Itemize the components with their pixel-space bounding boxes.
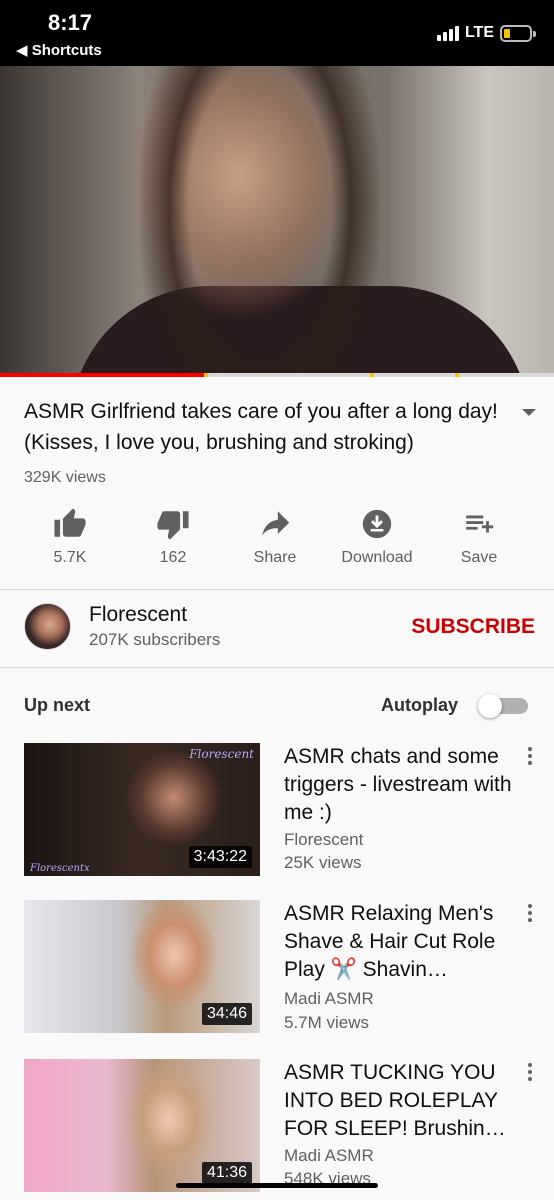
video-channel: Madi ASMR [284,1146,374,1165]
toggle-knob [478,694,502,718]
status-time: 8:17 [48,10,93,35]
more-options-icon[interactable] [524,747,536,771]
like-button[interactable]: 5.7K [18,505,122,567]
thumbnail-watermark: Florescent [189,747,254,761]
video-thumbnail[interactable]: Florescent Florescentx 3:43:22 [24,743,260,876]
share-button[interactable]: Share [223,505,327,567]
up-next-video-1[interactable]: Florescent Florescentx 3:43:22 ASMR chat… [0,743,554,879]
up-next-heading: Up next [24,695,91,715]
channel-subscriber-count: 207K subscribers [89,630,221,649]
video-views: 329K views [24,469,106,486]
chevron-down-icon[interactable] [521,408,537,418]
video-title[interactable]: ASMR Relaxing Men's Shave & Hair Cut Rol… [284,900,516,984]
autoplay-toggle[interactable] [476,694,530,718]
dislike-count: 162 [159,549,187,566]
more-options-icon[interactable] [524,904,536,928]
video-duration: 3:43:22 [188,846,252,868]
home-indicator[interactable] [176,1183,378,1188]
dislike-button[interactable]: 162 [121,505,225,567]
chapter-marker [370,373,374,377]
up-next-video-3[interactable]: 41:36 ASMR TUCKING YOU INTO BED ROLEPLAY… [0,1059,554,1195]
thumbnail-watermark: Florescentx [30,863,90,874]
chapter-marker [204,373,208,377]
up-next-video-2[interactable]: 34:46 ASMR Relaxing Men's Shave & Hair C… [0,900,554,1036]
network-type: LTE [464,24,494,41]
share-icon [262,511,290,536]
save-label: Save [460,549,498,566]
playlist-add-icon [466,515,494,533]
progress-played [0,373,205,377]
status-bar: 8:17 ◀ Shortcuts LTE [0,0,554,66]
like-count: 5.7K [53,549,87,566]
video-player[interactable] [0,66,554,376]
channel-name[interactable]: Florescent [89,603,187,627]
video-title[interactable]: ASMR chats and some triggers - livestrea… [284,743,516,827]
battery-icon [500,24,536,42]
download-button[interactable]: Download [325,505,429,567]
video-title[interactable]: ASMR Girlfriend takes care of you after … [24,396,504,458]
video-views: 25K views [284,853,362,872]
save-button[interactable]: Save [427,505,531,567]
video-title[interactable]: ASMR TUCKING YOU INTO BED ROLEPLAY FOR S… [284,1059,516,1143]
thumbs-up-icon [54,508,86,537]
video-channel: Florescent [284,830,364,849]
thumbs-down-icon [157,511,189,540]
channel-avatar[interactable] [24,603,71,650]
status-indicators: LTE [436,24,536,42]
download-label: Download [341,549,413,566]
video-views: 548K views [284,1169,371,1188]
divider [0,667,554,668]
video-thumbnail[interactable]: 34:46 [24,900,260,1033]
video-progress-bar[interactable] [0,373,554,377]
divider [0,589,554,590]
video-thumbnail[interactable]: 41:36 [24,1059,260,1192]
video-actions: 5.7K 162 Share Download Save [0,505,554,575]
video-channel: Madi ASMR [284,989,374,1008]
chapter-marker [455,373,459,377]
share-label: Share [253,549,297,566]
download-icon [362,509,392,539]
video-duration: 41:36 [201,1162,252,1184]
signal-icon [436,25,459,41]
back-to-shortcuts-link[interactable]: ◀ Shortcuts [16,41,102,59]
subscribe-button[interactable]: SUBSCRIBE [411,615,535,639]
video-duration: 34:46 [201,1003,252,1025]
autoplay-label: Autoplay [381,695,459,715]
more-options-icon[interactable] [524,1063,536,1087]
video-views: 5.7M views [284,1013,370,1032]
